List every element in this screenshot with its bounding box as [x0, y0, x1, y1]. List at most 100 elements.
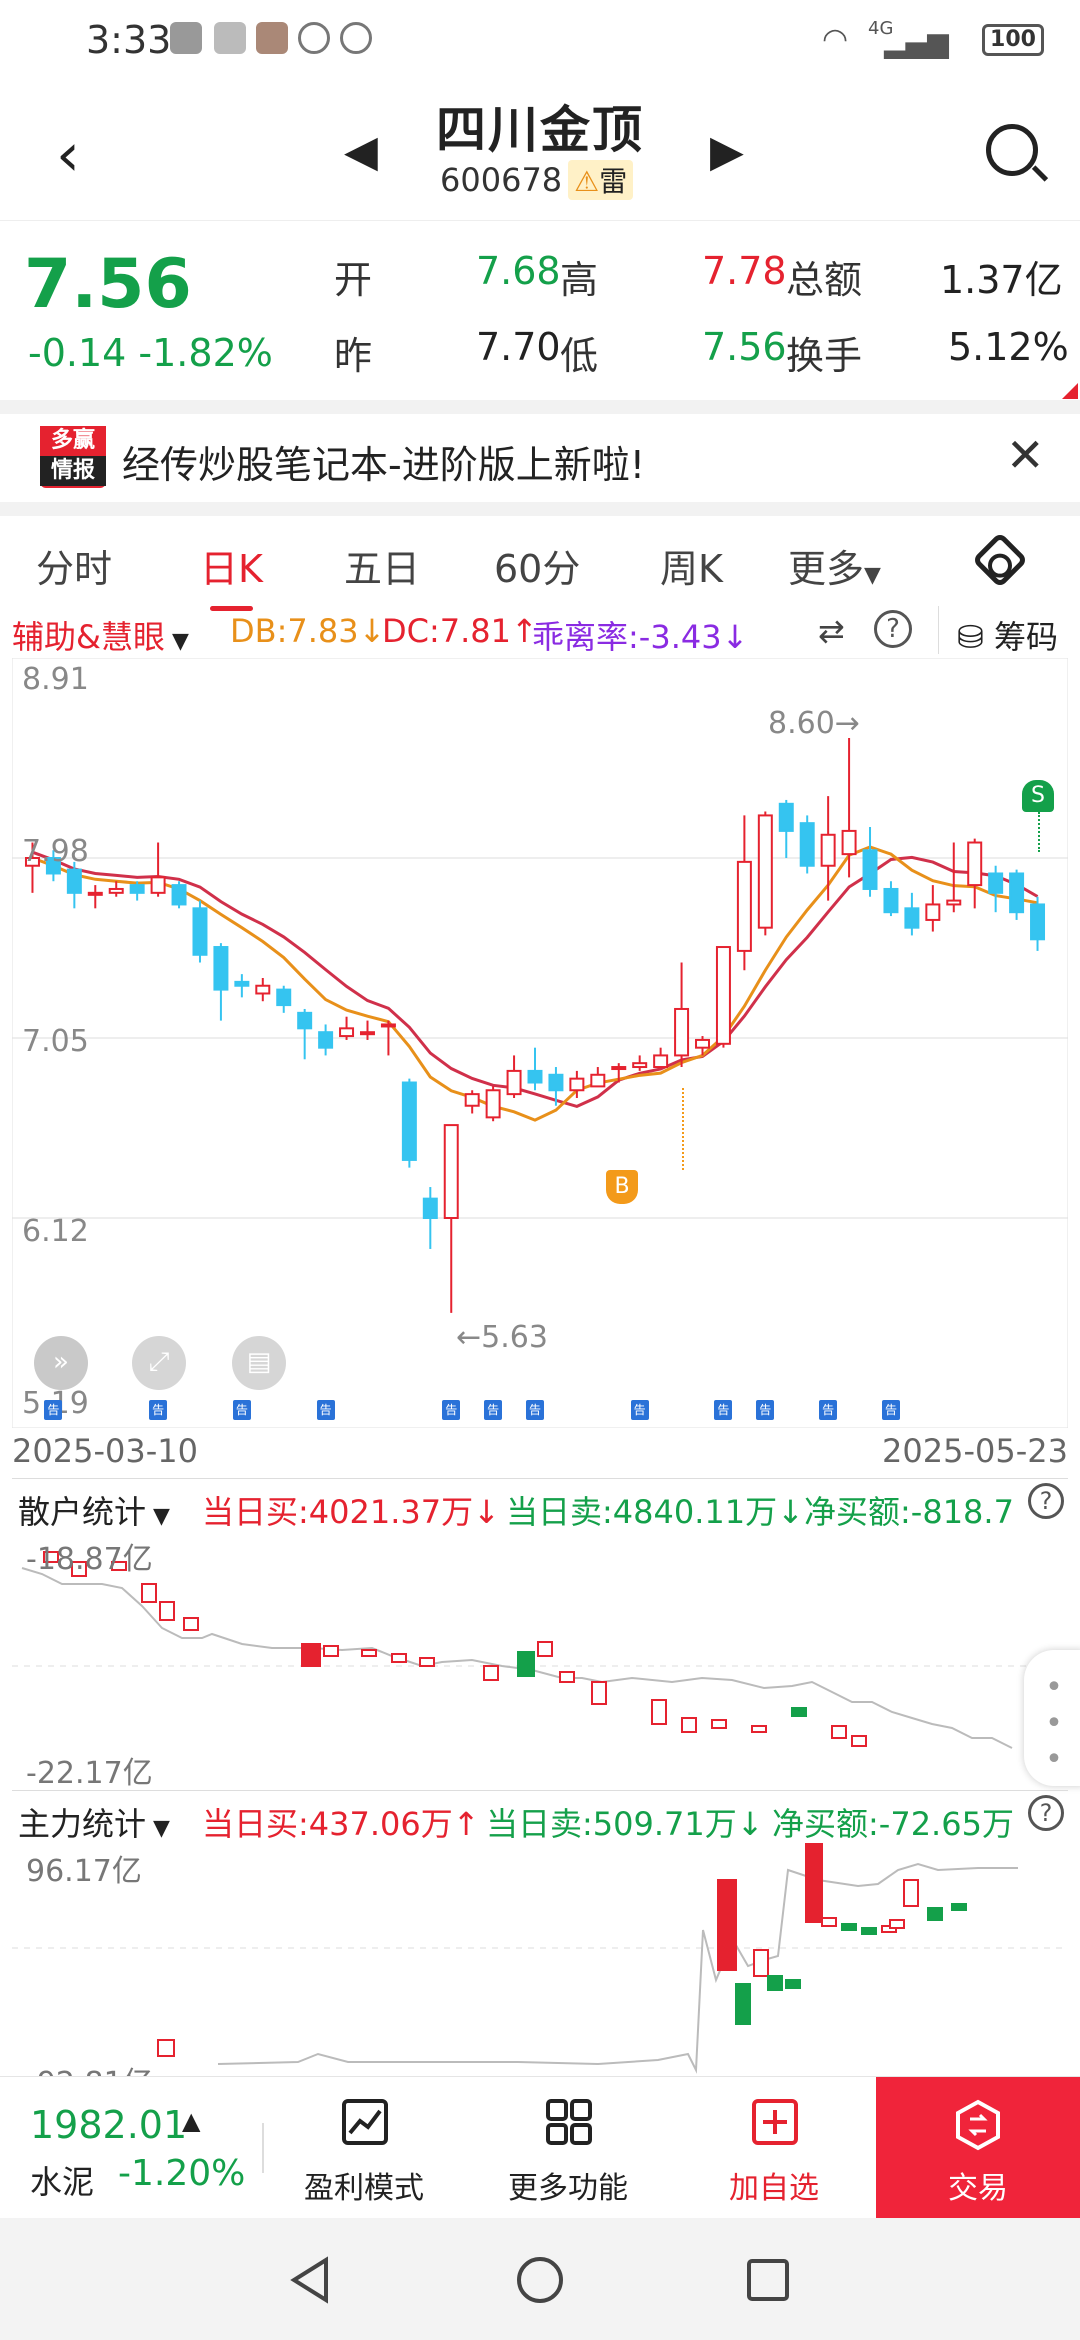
- news-tag-icon[interactable]: 告: [756, 1400, 775, 1420]
- main-force-flow-bar: [903, 1879, 919, 1907]
- candle-body: [988, 872, 1004, 894]
- main-force-select[interactable]: 主力统计 ▼: [18, 1799, 170, 1845]
- main-force-flow-bar: [821, 1917, 837, 1927]
- warning-label: 雷: [599, 165, 628, 198]
- nav-home-icon[interactable]: [516, 2256, 564, 2304]
- tab-daily-k[interactable]: 日K: [200, 538, 263, 611]
- warning-badge[interactable]: ⚠雷: [568, 160, 634, 200]
- tab-60min[interactable]: 60分: [494, 538, 580, 593]
- news-tag-icon[interactable]: 告: [714, 1400, 733, 1420]
- next-stock-icon[interactable]: ▶: [710, 126, 744, 177]
- help-icon[interactable]: ?: [1028, 1483, 1064, 1519]
- tab-weekly-k[interactable]: 周K: [660, 538, 723, 593]
- candle-body: [653, 1054, 669, 1069]
- settings-icon[interactable]: [971, 531, 1029, 589]
- promo-banner[interactable]: 多赢 情报 经传炒股笔记本-进阶版上新啦! ✕: [0, 414, 1080, 502]
- main-force-flow-bar: [753, 1949, 769, 1977]
- news-tag-icon[interactable]: 告: [484, 1400, 503, 1420]
- chart-frame: [11, 657, 1069, 1429]
- candle-body: [339, 1027, 355, 1038]
- retail-flow-bar: [301, 1643, 321, 1667]
- retail-select[interactable]: 散户统计 ▼: [18, 1487, 170, 1533]
- more-options-icon[interactable]: • • •: [1024, 1650, 1080, 1786]
- retail-flow-bar: [831, 1725, 847, 1739]
- news-tag-icon[interactable]: 告: [316, 1400, 335, 1420]
- tab-intraday[interactable]: 分时: [36, 538, 112, 593]
- add-watchlist-button[interactable]: 加自选: [684, 2077, 864, 2219]
- retail-flow-bar: [391, 1653, 407, 1663]
- signal-icon: ▂▄▆: [884, 26, 949, 59]
- retail-flow-bar: [791, 1707, 807, 1717]
- help-icon[interactable]: ?: [874, 610, 912, 648]
- prev-close-value: 7.70: [476, 325, 561, 369]
- profit-mode-button[interactable]: 盈利模式: [274, 2077, 454, 2219]
- candle-body: [380, 1023, 396, 1028]
- nav-recents-icon[interactable]: [746, 2258, 790, 2302]
- expand-icon[interactable]: »: [34, 1336, 88, 1390]
- tab-more[interactable]: 更多▼: [788, 538, 881, 593]
- candle-body: [276, 988, 292, 1007]
- kline-chart[interactable]: 8.91 7.98 7.05 6.12 5.19 8.60→ ←5.63 B S…: [11, 657, 1069, 1429]
- tab-five-day[interactable]: 五日: [344, 538, 420, 593]
- help-icon[interactable]: ?: [1028, 1795, 1064, 1831]
- candle-body: [883, 887, 899, 914]
- stock-code: 600678: [440, 161, 563, 199]
- candle-body: [171, 884, 187, 906]
- news-tag-icon[interactable]: 告: [442, 1400, 461, 1420]
- candle-body: [464, 1093, 480, 1107]
- candle-body: [422, 1197, 438, 1219]
- indicator-name: 辅助&慧眼: [12, 618, 165, 656]
- period-tabs: 分时 日K 五日 60分 周K 更多▼: [0, 516, 1080, 611]
- retail-flow-bar: [183, 1617, 199, 1631]
- fullscreen-icon[interactable]: ⤢: [132, 1336, 186, 1390]
- main-force-flow-bar: [157, 2039, 175, 2057]
- high-value: 7.78: [702, 249, 787, 293]
- corner-expand-icon[interactable]: [1062, 383, 1078, 399]
- sell-signal-marker[interactable]: S: [1022, 780, 1054, 812]
- battery-icon: 100: [982, 24, 1044, 56]
- more-functions-button[interactable]: 更多功能: [478, 2077, 658, 2219]
- main-force-net: 净买额:-72.65万: [772, 1805, 1014, 1843]
- db-value: DB:7.83↓: [230, 612, 386, 650]
- news-tag-icon[interactable]: 告: [44, 1400, 63, 1420]
- news-tag-icon[interactable]: 告: [526, 1400, 544, 1420]
- main-force-title: 主力统计: [18, 1805, 147, 1843]
- retail-flow-bar: [751, 1725, 767, 1733]
- wechat-icon: [170, 22, 202, 54]
- tab-more-label: 更多: [788, 547, 865, 591]
- amount-value: 1.37亿: [940, 258, 1063, 302]
- trade-button[interactable]: 交易: [876, 2077, 1080, 2219]
- indicator-select[interactable]: 辅助&慧眼 ▼: [12, 612, 189, 658]
- chevron-down-icon: ▼: [164, 629, 189, 654]
- main-force-sell: 当日卖:509.71万↓: [486, 1805, 764, 1843]
- retail-svg: [12, 1551, 1068, 1749]
- candle-body: [150, 876, 166, 894]
- nav-back-icon[interactable]: [286, 2256, 334, 2304]
- start-date: 2025-03-10: [12, 1432, 198, 1470]
- news-tag-icon[interactable]: 告: [819, 1400, 838, 1420]
- retail-flow-bar: [851, 1735, 867, 1747]
- candle-body: [862, 849, 878, 890]
- news-tag-icon[interactable]: 告: [149, 1400, 168, 1420]
- main-force-flow-bar: [785, 1979, 801, 1989]
- search-icon[interactable]: [986, 124, 1038, 176]
- main-force-flow-line: [217, 1862, 1018, 2074]
- candle-body: [757, 814, 773, 929]
- news-tag-icon[interactable]: 告: [232, 1400, 251, 1420]
- news-tag-icon[interactable]: 告: [881, 1400, 900, 1420]
- notification-photo-icon: [256, 22, 288, 54]
- add-icon: [752, 2099, 798, 2145]
- stock-code-row: 600678 ⚠雷: [440, 160, 634, 200]
- close-icon[interactable]: ✕: [1006, 428, 1045, 482]
- open-value: 7.68: [476, 249, 561, 293]
- candle-body: [569, 1077, 585, 1092]
- buy-signal-marker[interactable]: B: [606, 1170, 638, 1204]
- retail-flow-bar: [711, 1719, 727, 1729]
- swap-icon[interactable]: ⇄: [818, 612, 845, 650]
- panel-icon[interactable]: ▤: [232, 1336, 286, 1390]
- chips-button[interactable]: ⛁ 筹码: [938, 606, 1058, 656]
- turnover-value: 5.12%: [948, 325, 1069, 369]
- main-force-flow-bar: [735, 1983, 751, 2025]
- news-tag-icon[interactable]: 告: [630, 1400, 649, 1420]
- candle-body: [925, 903, 941, 921]
